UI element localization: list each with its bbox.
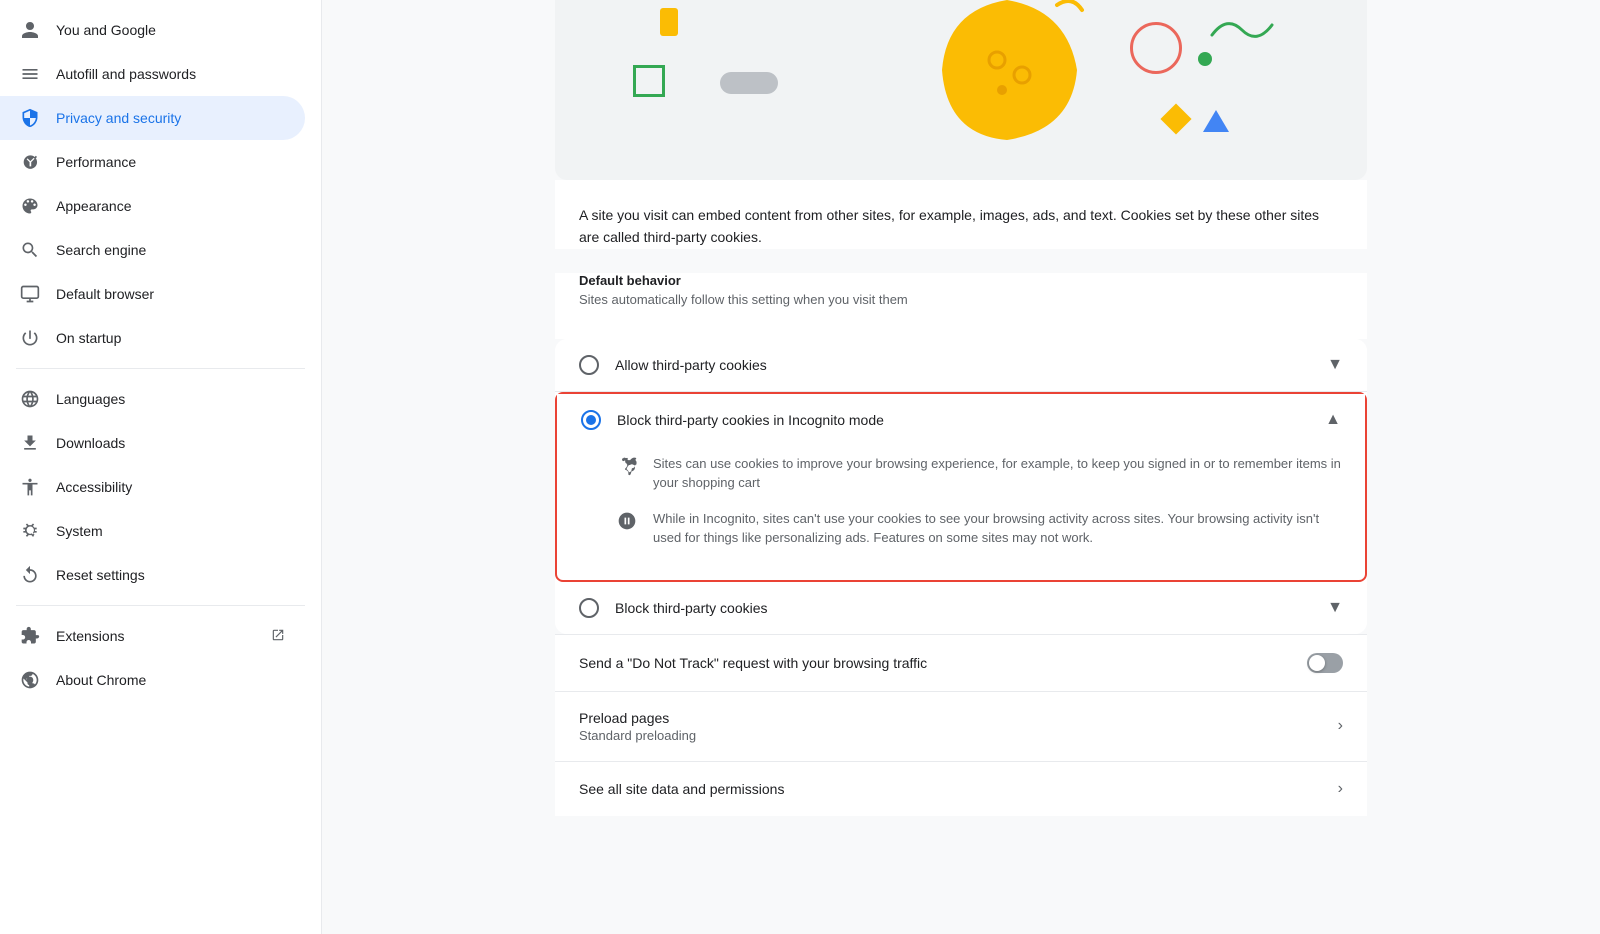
preload-pages-chevron: › <box>1338 717 1343 735</box>
shield-icon <box>20 108 40 128</box>
sidebar-item-performance[interactable]: Performance <box>0 140 305 184</box>
settings-site-data[interactable]: See all site data and permissions › <box>555 761 1367 816</box>
shape-yellow-diamond <box>1160 103 1191 134</box>
shape-blue-triangle <box>1203 110 1229 132</box>
sidebar-item-you-and-google[interactable]: You and Google <box>0 8 305 52</box>
incognito-detail-text-1: Sites can use cookies to improve your br… <box>653 454 1341 493</box>
radio-btn-allow[interactable] <box>579 355 599 375</box>
chevron-down-block-all: ▼ <box>1327 599 1343 617</box>
default-behavior-label: Default behavior <box>579 273 1343 288</box>
sidebar-label-search-engine: Search engine <box>56 242 285 258</box>
extensions-icon <box>20 626 40 646</box>
cookies-description: A site you visit can embed content from … <box>555 180 1367 249</box>
radio-btn-block-incognito[interactable] <box>581 410 601 430</box>
sidebar-item-about-chrome[interactable]: About Chrome <box>0 658 305 702</box>
incognito-detail-2: While in Incognito, sites can't use your… <box>617 509 1341 548</box>
cookie-detail-icon <box>617 456 637 476</box>
chevron-down-allow: ▼ <box>1327 356 1343 374</box>
sidebar: You and Google Autofill and passwords Pr… <box>0 0 322 934</box>
search-icon <box>20 240 40 260</box>
sidebar-label-reset-settings: Reset settings <box>56 567 285 583</box>
settings-do-not-track[interactable]: Send a "Do Not Track" request with your … <box>555 634 1367 691</box>
radio-block-incognito-header[interactable]: Block third-party cookies in Incognito m… <box>557 394 1365 446</box>
sidebar-label-performance: Performance <box>56 154 285 170</box>
site-data-chevron: › <box>1338 780 1343 798</box>
sidebar-item-search-engine[interactable]: Search engine <box>0 228 305 272</box>
sidebar-label-about-chrome: About Chrome <box>56 672 285 688</box>
sidebar-item-on-startup[interactable]: On startup <box>0 316 305 360</box>
site-data-title: See all site data and permissions <box>579 781 1338 797</box>
accessibility-icon <box>20 477 40 497</box>
sidebar-label-downloads: Downloads <box>56 435 285 451</box>
sidebar-label-extensions: Extensions <box>56 628 255 644</box>
sidebar-item-appearance[interactable]: Appearance <box>0 184 305 228</box>
cookie-illustration <box>555 0 1367 180</box>
preload-pages-title: Preload pages <box>579 710 1338 726</box>
shape-gray-pill <box>720 72 778 94</box>
radio-block-all[interactable]: Block third-party cookies ▼ <box>555 582 1367 634</box>
block-detail-icon <box>617 511 637 531</box>
cookie-svg <box>927 0 1087 150</box>
default-browser-icon <box>20 284 40 304</box>
sidebar-item-languages[interactable]: Languages <box>0 377 305 421</box>
sidebar-label-you-and-google: You and Google <box>56 22 285 38</box>
reset-icon <box>20 565 40 585</box>
radio-label-block-all: Block third-party cookies <box>615 600 1327 616</box>
system-icon <box>20 521 40 541</box>
appearance-icon <box>20 196 40 216</box>
languages-icon <box>20 389 40 409</box>
performance-icon <box>20 152 40 172</box>
sidebar-label-accessibility: Accessibility <box>56 479 285 495</box>
incognito-expanded-content: Sites can use cookies to improve your br… <box>557 446 1365 580</box>
radio-allow-cookies[interactable]: Allow third-party cookies ▼ <box>555 339 1367 392</box>
default-behavior-section: Default behavior Sites automatically fol… <box>555 273 1367 339</box>
sidebar-item-downloads[interactable]: Downloads <box>0 421 305 465</box>
external-link-icon <box>271 628 285 645</box>
preload-pages-label: Preload pages Standard preloading <box>579 710 1338 743</box>
sidebar-label-default-browser: Default browser <box>56 286 285 302</box>
downloads-icon <box>20 433 40 453</box>
sidebar-item-system[interactable]: System <box>0 509 305 553</box>
main-content: A site you visit can embed content from … <box>322 0 1600 934</box>
sidebar-item-privacy-security[interactable]: Privacy and security <box>0 96 305 140</box>
do-not-track-title: Send a "Do Not Track" request with your … <box>579 655 1307 671</box>
shape-green-square <box>633 65 665 97</box>
sidebar-divider-1 <box>16 368 305 369</box>
description-text-content: A site you visit can embed content from … <box>579 207 1319 245</box>
incognito-detail-1: Sites can use cookies to improve your br… <box>617 454 1341 493</box>
sidebar-divider-2 <box>16 605 305 606</box>
do-not-track-toggle[interactable] <box>1307 653 1343 673</box>
sidebar-label-system: System <box>56 523 285 539</box>
sidebar-label-appearance: Appearance <box>56 198 285 214</box>
person-icon <box>20 20 40 40</box>
shape-yellow-rect <box>660 8 678 36</box>
sidebar-label-on-startup: On startup <box>56 330 285 346</box>
sidebar-item-accessibility[interactable]: Accessibility <box>0 465 305 509</box>
sidebar-label-autofill: Autofill and passwords <box>56 66 285 82</box>
shape-green-dot <box>1198 52 1212 66</box>
site-data-label: See all site data and permissions <box>579 781 1338 797</box>
startup-icon <box>20 328 40 348</box>
autofill-icon <box>20 64 40 84</box>
radio-label-allow: Allow third-party cookies <box>615 357 1327 373</box>
default-behavior-sub: Sites automatically follow this setting … <box>579 292 1343 307</box>
incognito-detail-text-2: While in Incognito, sites can't use your… <box>653 509 1341 548</box>
settings-preload-pages[interactable]: Preload pages Standard preloading › <box>555 691 1367 761</box>
sidebar-item-extensions[interactable]: Extensions <box>0 614 305 658</box>
radio-label-block-incognito: Block third-party cookies in Incognito m… <box>617 412 1325 428</box>
radio-options-card: Allow third-party cookies ▼ Block third-… <box>555 339 1367 634</box>
sidebar-item-default-browser[interactable]: Default browser <box>0 272 305 316</box>
chevron-up-incognito: ▲ <box>1325 411 1341 429</box>
radio-block-incognito[interactable]: Block third-party cookies in Incognito m… <box>555 392 1367 582</box>
chrome-icon <box>20 670 40 690</box>
sidebar-item-autofill[interactable]: Autofill and passwords <box>0 52 305 96</box>
green-squiggle <box>1207 10 1277 45</box>
radio-btn-block-all[interactable] <box>579 598 599 618</box>
preload-pages-subtitle: Standard preloading <box>579 728 1338 743</box>
sidebar-label-languages: Languages <box>56 391 285 407</box>
shape-pink-circle <box>1130 22 1182 74</box>
sidebar-item-reset-settings[interactable]: Reset settings <box>0 553 305 597</box>
do-not-track-label: Send a "Do Not Track" request with your … <box>579 655 1307 671</box>
sidebar-label-privacy-security: Privacy and security <box>56 110 285 126</box>
